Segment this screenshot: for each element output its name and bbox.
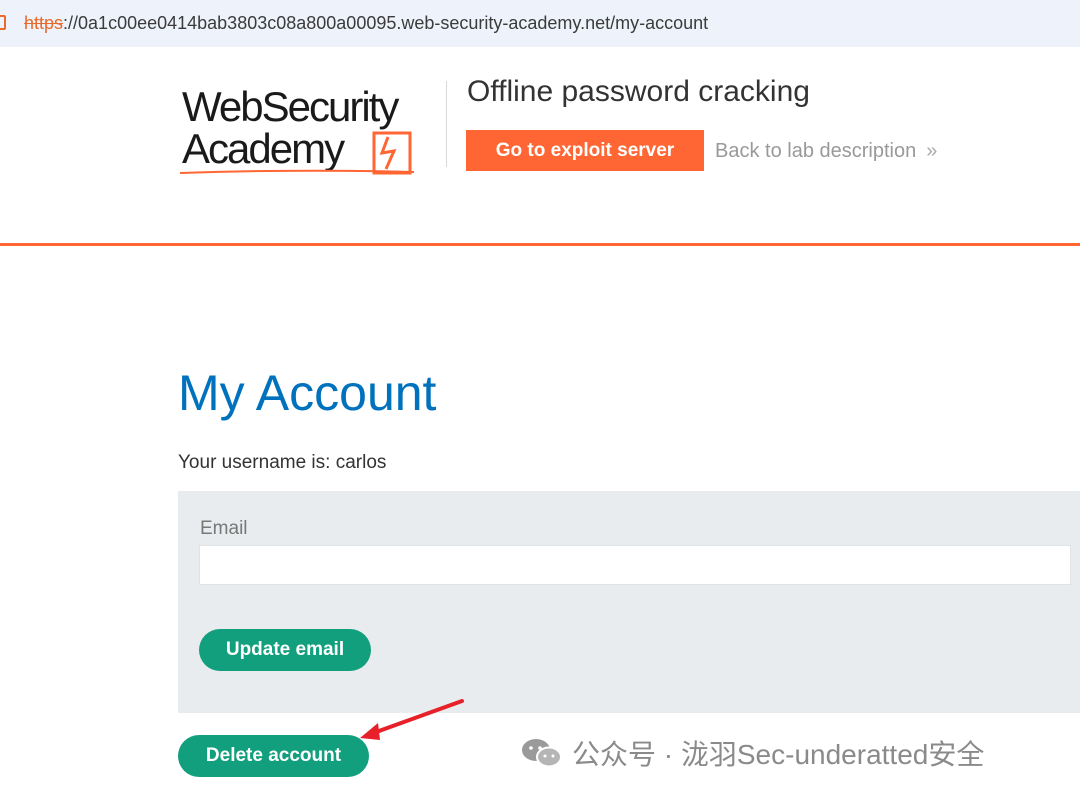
web-security-academy-logo[interactable]: WebSecurity Academy	[178, 77, 443, 181]
url-text[interactable]: https://0a1c00ee0414bab3803c08a800a00095…	[24, 13, 708, 34]
email-label: Email	[200, 518, 248, 539]
double-chevron-right-icon: »	[926, 140, 937, 162]
back-link-label: Back to lab description	[715, 140, 917, 162]
update-email-button[interactable]: Update email	[199, 629, 371, 671]
username-text: Your username is: carlos	[178, 452, 387, 473]
email-form: Email Update email	[178, 491, 1080, 713]
back-to-lab-description-link[interactable]: Back to lab description »	[715, 140, 938, 163]
go-to-exploit-server-button[interactable]: Go to exploit server	[466, 130, 704, 171]
site-info-icon[interactable]	[0, 15, 6, 30]
logo-line1: WebSecurity	[182, 83, 399, 130]
logo-line2: Academy	[182, 125, 345, 172]
lab-title: Offline password cracking	[467, 75, 810, 108]
watermark-text: 公众号 · 泷羽Sec-underatted安全	[572, 739, 985, 770]
watermark: 公众号 · 泷羽Sec-underatted安全	[520, 733, 984, 773]
header-divider	[446, 81, 447, 167]
delete-account-button[interactable]: Delete account	[178, 735, 369, 777]
url-path: ://0a1c00ee0414bab3803c08a800a00095.web-…	[63, 13, 709, 33]
wechat-icon	[522, 739, 562, 768]
email-field[interactable]	[199, 545, 1071, 585]
browser-address-bar[interactable]: https://0a1c00ee0414bab3803c08a800a00095…	[0, 0, 1080, 48]
site-header: WebSecurity Academy Offline password cra…	[0, 47, 1080, 246]
url-scheme: https	[24, 13, 64, 33]
red-arrow-icon	[360, 699, 464, 740]
page-title: My Account	[178, 365, 437, 421]
